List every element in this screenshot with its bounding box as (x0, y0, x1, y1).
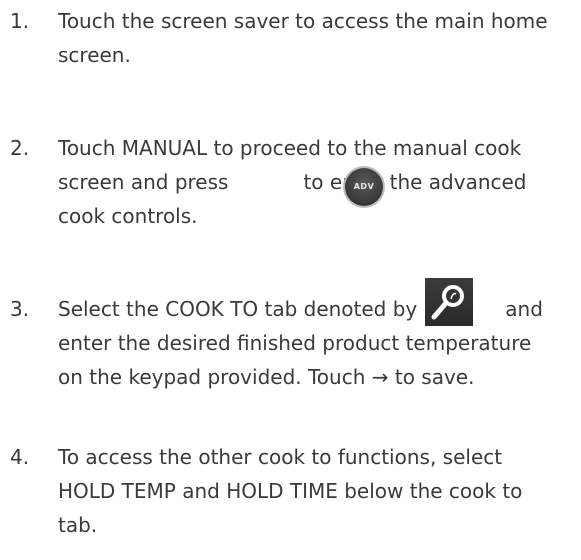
step-number: 3. (10, 297, 30, 321)
step-line: screen and press to enter the advanced (58, 165, 573, 199)
step-text: To access the other cook to functions, s… (58, 440, 573, 542)
step-text: Select the COOK TO tab denoted by and ent… (58, 292, 573, 394)
adv-icon-label: ADV (353, 182, 375, 191)
temperature-probe-icon (425, 278, 473, 326)
step-line-fragment: screen and press (58, 170, 229, 194)
step-line: HOLD TEMP and HOLD TIME below the cook t… (58, 479, 523, 503)
step-line: tab. (58, 513, 98, 537)
step-number: 4. (10, 445, 30, 469)
step-line: Touch MANUAL to proceed to the manual co… (58, 136, 522, 160)
step-line: on the keypad provided. Touch → to save. (58, 365, 475, 389)
step-line-fragment: and (505, 297, 543, 321)
step-text: Touch the screen saver to access the mai… (58, 4, 573, 72)
step-line: screen. (58, 43, 131, 67)
step-number: 1. (10, 9, 30, 33)
step-line: Select the COOK TO tab denoted by and (58, 292, 573, 326)
step-line: To access the other cook to functions, s… (58, 445, 503, 469)
step-line-fragment: to enter the advanced (303, 170, 527, 194)
step-line: Touch the screen saver to access the mai… (58, 9, 548, 33)
step-line: cook controls. (58, 204, 198, 228)
step-number: 2. (10, 136, 30, 160)
step-text: Touch MANUAL to proceed to the manual co… (58, 131, 573, 233)
step-line-fragment: Select the COOK TO tab denoted by (58, 297, 418, 321)
step-line: enter the desired finished product tempe… (58, 331, 532, 355)
adv-button-icon: ADV (345, 168, 383, 206)
